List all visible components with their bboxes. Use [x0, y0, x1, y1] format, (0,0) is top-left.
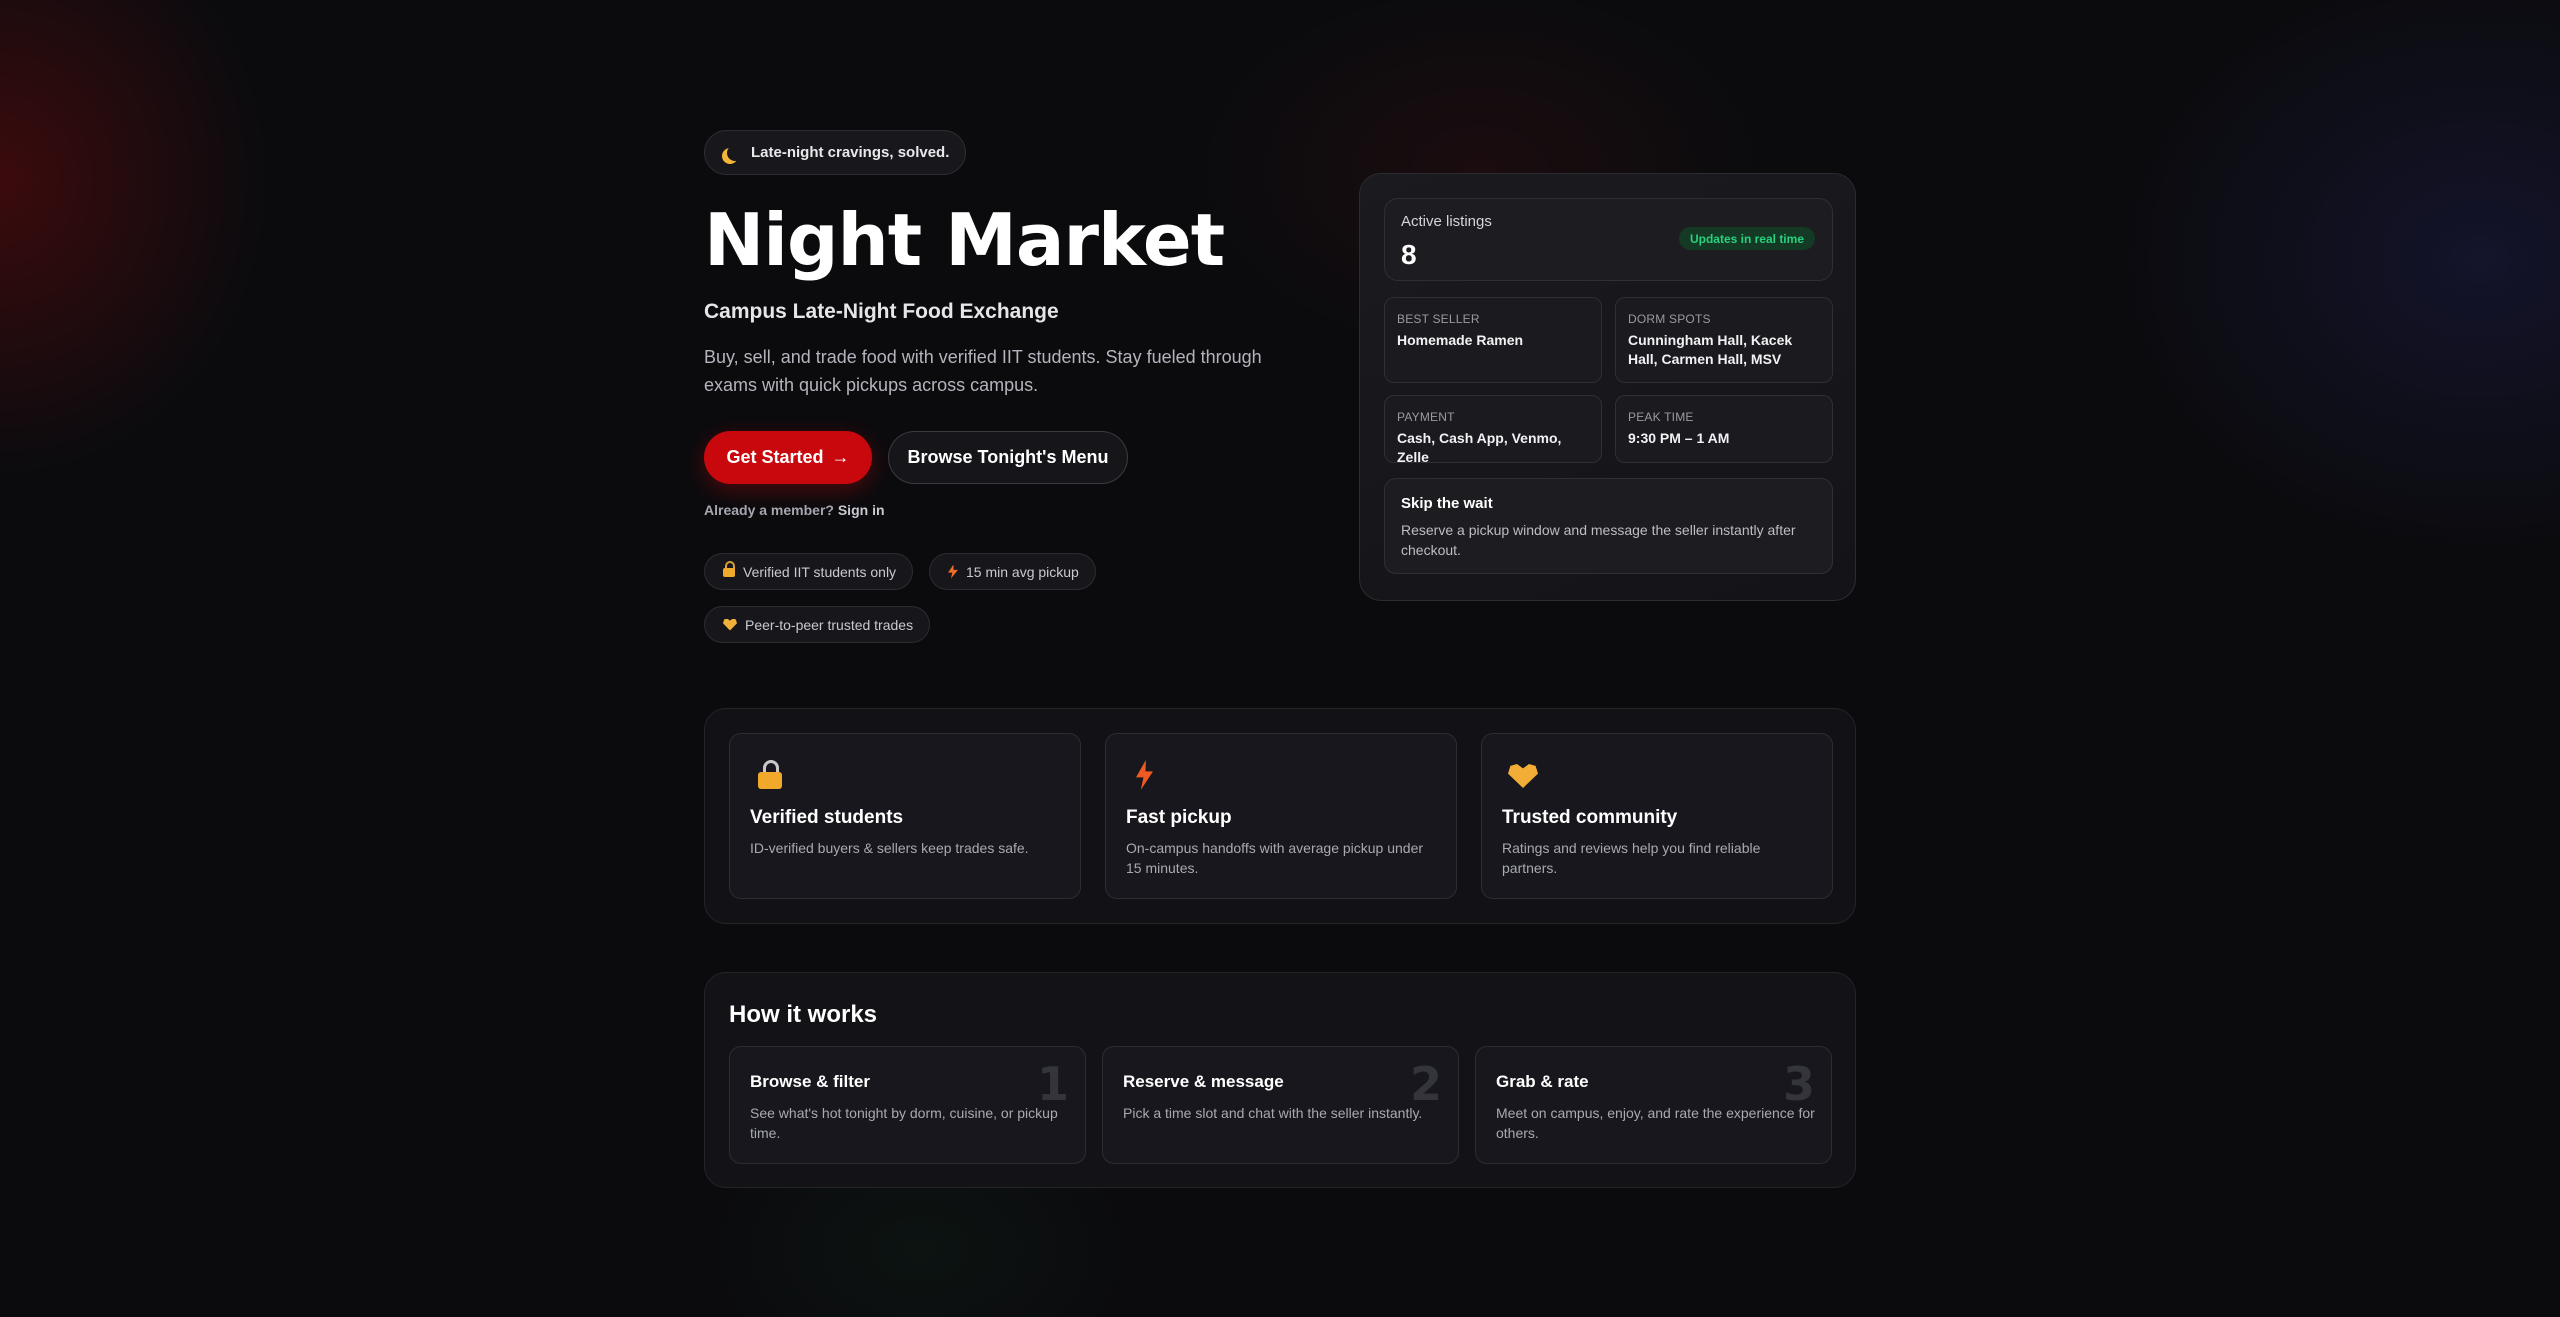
payment-value: Cash, Cash App, Venmo, Zelle	[1397, 430, 1562, 465]
heart-icon	[723, 618, 737, 631]
how-it-works-title: How it works	[729, 1001, 878, 1028]
heart-icon	[1508, 764, 1538, 788]
step-title: Grab & rate	[1496, 1072, 1589, 1091]
signin-prefix: Already a member?	[704, 502, 834, 518]
get-started-label: Get Started	[726, 447, 824, 467]
skip-wait-text: Reserve a pickup window and message the …	[1401, 522, 1796, 558]
feature-title: Fast pickup	[1126, 807, 1232, 828]
stats-card: Active listings 8 Updates in real time B…	[1359, 173, 1856, 601]
tagline-pill: Late-night cravings, solved.	[704, 130, 967, 175]
chip-label: Peer-to-peer trusted trades	[745, 616, 914, 633]
feature-card-trusted: Trusted community Ratings and reviews he…	[1481, 733, 1833, 899]
payment-label: PAYMENT	[1397, 410, 1455, 424]
skip-wait-panel: Skip the wait Reserve a pickup window an…	[1384, 478, 1833, 574]
feature-title: Verified students	[750, 807, 904, 828]
peak-time-value: 9:30 PM – 1 AM	[1628, 430, 1730, 446]
dorm-spots-label: DORM SPOTS	[1628, 312, 1711, 326]
feature-text: On-campus handoffs with average pickup u…	[1126, 840, 1424, 876]
lightning-icon	[948, 564, 958, 579]
step-title: Browse & filter	[750, 1072, 870, 1091]
step-text: Meet on campus, enjoy, and rate the expe…	[1496, 1105, 1815, 1141]
chip-pickup: 15 min avg pickup	[929, 553, 1096, 590]
feature-text: Ratings and reviews help you find reliab…	[1502, 840, 1761, 876]
best-seller-label: BEST SELLER	[1397, 312, 1480, 326]
feature-card-fast-pickup: Fast pickup On-campus handoffs with aver…	[1105, 733, 1457, 899]
dorm-spots-value: Cunningham Hall, Kacek Hall, Carmen Hall…	[1628, 332, 1793, 367]
step-card-browse: 1 Browse & filter See what's hot tonight…	[729, 1046, 1086, 1164]
hero-description: Buy, sell, and trade food with verified …	[704, 347, 1262, 395]
tagline-text: Late-night cravings, solved.	[751, 144, 950, 161]
active-listings-count: 8	[1401, 239, 1417, 270]
how-it-works-section: How it works 1 Browse & filter See what'…	[704, 972, 1856, 1188]
active-listings-panel: Active listings 8 Updates in real time	[1384, 198, 1833, 281]
live-status-badge: Updates in real time	[1678, 227, 1815, 250]
dorm-spots-tile: DORM SPOTS Cunningham Hall, Kacek Hall, …	[1615, 297, 1833, 383]
lightning-icon	[1136, 760, 1153, 790]
lock-icon	[723, 560, 735, 578]
chip-label: 15 min avg pickup	[966, 563, 1079, 580]
chip-trusted: Peer-to-peer trusted trades	[704, 606, 931, 643]
signin-prompt: Already a member? Sign in	[704, 502, 885, 518]
step-text: Pick a time slot and chat with the selle…	[1123, 1105, 1423, 1121]
chip-verified: Verified IIT students only	[704, 553, 914, 590]
step-card-reserve: 2 Reserve & message Pick a time slot and…	[1102, 1046, 1459, 1164]
page-subtitle: Campus Late-Night Food Exchange	[704, 300, 1059, 323]
browse-menu-label: Browse Tonight's Menu	[907, 447, 1109, 467]
page-title: Night Market	[704, 198, 1225, 282]
get-started-button[interactable]: Get Started →	[704, 431, 872, 484]
best-seller-tile: BEST SELLER Homemade Ramen	[1384, 297, 1602, 383]
browse-menu-button[interactable]: Browse Tonight's Menu	[888, 431, 1128, 484]
signin-link[interactable]: Sign in	[838, 502, 885, 518]
peak-time-label: PEAK TIME	[1628, 410, 1694, 424]
skip-wait-title: Skip the wait	[1401, 495, 1493, 512]
step-card-grab: 3 Grab & rate Meet on campus, enjoy, and…	[1475, 1046, 1832, 1164]
step-text: See what's hot tonight by dorm, cuisine,…	[750, 1105, 1058, 1141]
arrow-right-icon: →	[831, 447, 850, 467]
features-section: Verified students ID-verified buyers & s…	[704, 708, 1856, 924]
chip-label: Verified IIT students only	[743, 563, 897, 580]
feature-text: ID-verified buyers & sellers keep trades…	[750, 840, 1029, 856]
payment-tile: PAYMENT Cash, Cash App, Venmo, Zelle	[1384, 395, 1602, 465]
lock-icon	[758, 760, 782, 790]
step-title: Reserve & message	[1123, 1072, 1284, 1091]
feature-card-verified: Verified students ID-verified buyers & s…	[729, 733, 1081, 899]
feature-title: Trusted community	[1502, 807, 1678, 828]
best-seller-value: Homemade Ramen	[1397, 332, 1524, 348]
moon-icon	[727, 145, 743, 161]
active-listings-label: Active listings	[1401, 213, 1492, 230]
peak-time-tile: PEAK TIME 9:30 PM – 1 AM	[1615, 395, 1833, 463]
